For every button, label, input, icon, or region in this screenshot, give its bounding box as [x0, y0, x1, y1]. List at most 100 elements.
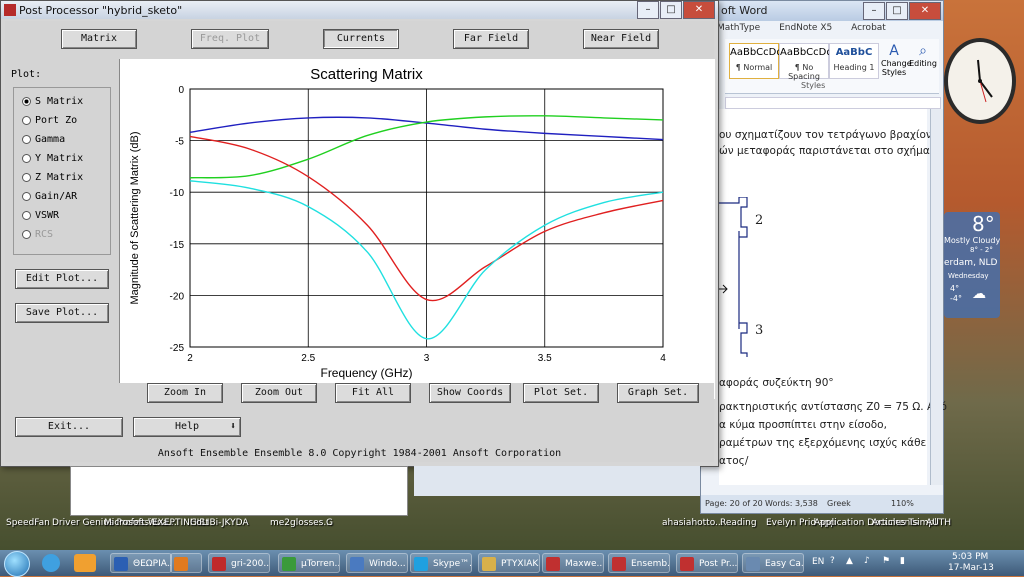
taskbar-label: PTYXIAKI — [501, 559, 540, 569]
radio-z-matrix[interactable]: Z Matrix — [22, 170, 83, 186]
flag-icon[interactable]: ⚑ — [882, 556, 890, 566]
near-field-button[interactable]: Near Field — [583, 29, 659, 49]
tab-endnote[interactable]: EndNote X5 — [779, 23, 832, 33]
edit-plot-button[interactable]: Edit Plot... — [15, 269, 109, 289]
currents-button[interactable]: Currents — [323, 29, 399, 49]
word-scrollbar[interactable] — [930, 109, 943, 485]
taskbar-button[interactable]: µTorren... — [278, 553, 340, 573]
desktop-icon[interactable]: ahasiahotto... — [662, 518, 724, 528]
radio-port-zo[interactable]: Port Zo — [22, 113, 77, 129]
plot-area[interactable]: 2 2.5 3 3.5 4 0 -5 -10 -15 -20 -25 Scattering Matri… — [119, 59, 715, 399]
app-icon — [612, 557, 626, 571]
tab-mathtype[interactable]: MathType — [717, 23, 760, 33]
word-titlebar[interactable]: oft Word – □ ✕ — [701, 1, 943, 21]
taskbar-button[interactable]: Maxwe... — [542, 553, 604, 573]
desktop-icon[interactable]: CoLIBi-JKYDA — [190, 518, 249, 528]
weather-lo: -4° — [950, 294, 962, 303]
show-coords-button[interactable]: Show Coords — [429, 383, 511, 403]
y-axis-label: Magnitude of Scattering Matrix (dB) — [129, 131, 141, 304]
style-heading-1[interactable]: AaBbC Heading 1 — [829, 43, 879, 79]
freq-plot-button[interactable]: Freq. Plot — [191, 29, 269, 49]
ie-icon[interactable] — [42, 554, 60, 572]
taskbar-label: Easy Ca... — [765, 559, 804, 569]
chart-title: Scattering Matrix — [310, 66, 423, 83]
taskbar-button[interactable]: gri-200... — [208, 553, 270, 573]
radio-s-matrix[interactable]: S Matrix — [22, 94, 83, 110]
style-normal[interactable]: AaBbCcDd ¶ Normal — [729, 43, 783, 79]
zoom-in-button[interactable]: Zoom In — [147, 383, 223, 403]
weather-city: erdam, NLD — [944, 258, 998, 268]
maximize-icon[interactable]: □ — [660, 1, 682, 19]
far-field-button[interactable]: Far Field — [453, 29, 529, 49]
help-button[interactable]: Help ⬇ — [133, 417, 241, 437]
radio-gain-ar[interactable]: Gain/AR — [22, 189, 77, 205]
start-button[interactable] — [4, 551, 30, 577]
scattering-matrix-chart: 2 2.5 3 3.5 4 0 -5 -10 -15 -20 -25 Scattering Matri… — [129, 66, 666, 380]
taskbar-button[interactable] — [170, 553, 202, 573]
media-player-icon[interactable] — [74, 554, 96, 572]
app-icon — [212, 557, 226, 571]
network-icon[interactable]: ▲ — [846, 556, 853, 566]
fit-all-button[interactable]: Fit All — [335, 383, 411, 403]
language-indicator[interactable]: EN — [812, 557, 824, 567]
change-styles-button[interactable]: A Change Styles — [881, 43, 912, 77]
desktop-icon[interactable]: AUTH — [926, 518, 951, 528]
clock-date[interactable]: 17-Mar-13 — [948, 563, 994, 573]
matrix-button[interactable]: Matrix — [61, 29, 137, 49]
taskbar-button[interactable]: Windo... — [346, 553, 408, 573]
plot-toolbar: Zoom In Zoom Out Fit All Show Coords Plo… — [119, 383, 714, 407]
style-no-spacing[interactable]: AaBbCcDd ¶ No Spacing — [779, 43, 833, 81]
x-tick-label: 2 — [187, 353, 193, 364]
editing-button[interactable]: ⌕ Editing — [909, 43, 937, 68]
radio-vswr[interactable]: VSWR — [22, 208, 59, 224]
clock-time[interactable]: 5:03 PM — [952, 552, 988, 562]
y-tick-label: -20 — [170, 291, 185, 302]
app-icon — [350, 557, 364, 571]
radio-rcs[interactable]: RCS — [22, 227, 53, 243]
exit-button[interactable]: Exit... — [15, 417, 123, 437]
taskbar-button[interactable]: PTYXIAKI — [478, 553, 540, 573]
taskbar-button[interactable]: Easy Ca... — [742, 553, 804, 573]
taskbar-button[interactable]: ΘΕΩΡΙΑ... — [110, 553, 172, 573]
radio-label: Y Matrix — [35, 153, 84, 164]
radio-icon — [22, 153, 31, 163]
background-chart-window[interactable] — [70, 466, 408, 516]
style-name: Heading 1 — [833, 63, 875, 72]
pp-titlebar[interactable]: Post Processor "hybrid_sketo" – □ ✕ — [1, 1, 718, 19]
save-plot-button[interactable]: Save Plot... — [15, 303, 109, 323]
taskbar-label: gri-200... — [231, 559, 270, 569]
minimize-icon[interactable]: – — [863, 2, 885, 20]
taskbar-button[interactable]: Ensemb... — [608, 553, 670, 573]
y-tick-label: 0 — [178, 85, 184, 96]
desktop-icon[interactable]: G — [326, 518, 333, 528]
close-icon[interactable]: ✕ — [909, 2, 941, 20]
zoom-out-button[interactable]: Zoom Out — [241, 383, 317, 403]
maximize-icon[interactable]: □ — [886, 2, 908, 20]
speaker-icon[interactable]: ♪ — [864, 556, 870, 566]
word-ruler[interactable] — [725, 97, 941, 109]
port-label-3: 3 — [755, 323, 764, 338]
radio-gamma[interactable]: Gamma — [22, 132, 65, 148]
desktop-icon[interactable]: Reading — [720, 518, 757, 528]
minimize-icon[interactable]: – — [637, 1, 659, 19]
battery-icon[interactable]: ▮ — [900, 556, 905, 566]
word-document[interactable]: ου σχηματίζουν τον τετράγωνο βραχίονα ών… — [719, 109, 947, 485]
radio-selected-icon — [22, 96, 31, 106]
tab-acrobat[interactable]: Acrobat — [851, 23, 886, 33]
clock-face-icon — [977, 59, 993, 103]
radio-label: Z Matrix — [35, 172, 84, 183]
ansoft-app-icon — [4, 4, 16, 16]
coupler-diagram — [719, 197, 748, 357]
radio-y-matrix[interactable]: Y Matrix — [22, 151, 83, 167]
close-icon[interactable]: ✕ — [683, 1, 715, 19]
weather-desc: Mostly Cloudy — [944, 236, 1001, 245]
plot-set-button[interactable]: Plot Set. — [523, 383, 599, 403]
taskbar-button[interactable]: Skype™... — [410, 553, 472, 573]
help-icon[interactable]: ? — [830, 556, 835, 566]
graph-set-button[interactable]: Graph Set. — [617, 383, 699, 403]
taskbar-button[interactable]: Post Pr... — [676, 553, 738, 573]
desktop-icon[interactable]: me2glosses... — [270, 518, 332, 528]
clock-gadget[interactable] — [944, 38, 1016, 124]
desktop-icon[interactable]: SpeedFan — [6, 518, 50, 528]
weather-gadget[interactable]: 8° Mostly Cloudy 8° - 2° erdam, NLD Wedn… — [944, 212, 1000, 318]
